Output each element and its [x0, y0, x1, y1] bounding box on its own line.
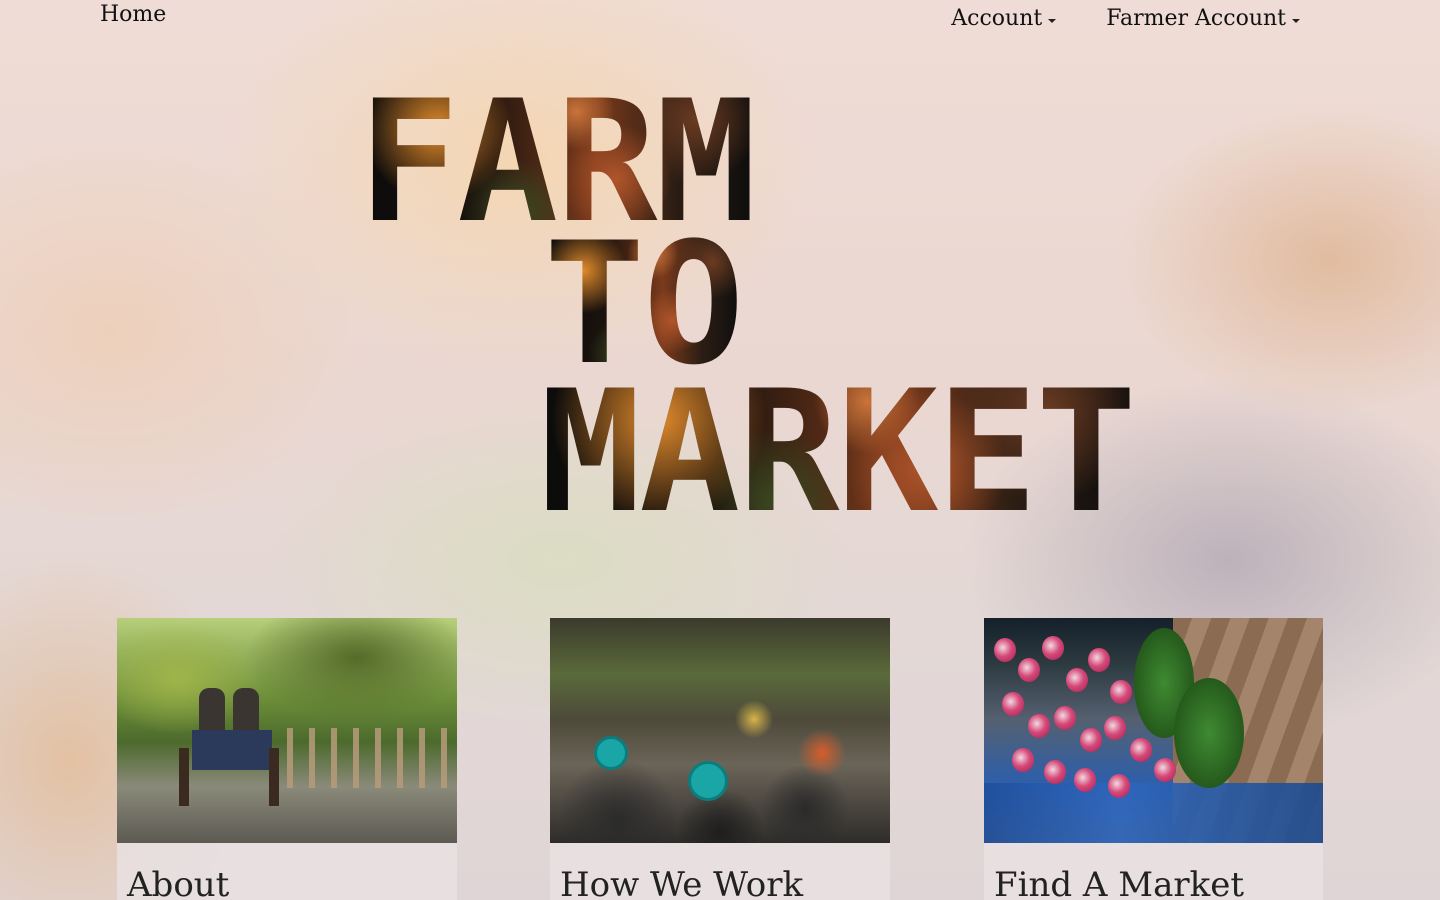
card-how-we-work[interactable]: How We Work: [550, 618, 890, 900]
hero-line-market: MARKET: [540, 354, 1135, 550]
cart-wheel: [269, 748, 279, 806]
radish: [1088, 648, 1110, 672]
radish: [1028, 714, 1050, 738]
radish: [1130, 738, 1152, 762]
photo-scene: [984, 618, 1323, 843]
radish: [1018, 658, 1040, 682]
teal-bowl: [688, 761, 728, 801]
radish: [1012, 748, 1034, 772]
card-body: How We Work: [550, 843, 890, 900]
radish: [1044, 760, 1066, 784]
card-title-how-we-work[interactable]: How We Work: [560, 865, 880, 900]
photo-scene: [550, 618, 890, 843]
radish-leaves: [1174, 678, 1244, 788]
radish: [1110, 680, 1132, 704]
card-title-about[interactable]: About: [127, 865, 447, 900]
radish: [1104, 716, 1126, 740]
teal-bowl: [594, 736, 628, 770]
cart: [192, 730, 272, 770]
card-about[interactable]: About: [117, 618, 457, 900]
radish: [1042, 636, 1064, 660]
floating-market-photo[interactable]: [550, 618, 890, 843]
card-body: About: [117, 843, 457, 900]
radish: [1066, 668, 1088, 692]
photo-scene: [117, 618, 457, 843]
radish: [1108, 774, 1130, 798]
card-body: Find A Market: [984, 843, 1323, 900]
radish: [1074, 768, 1096, 792]
radish: [1154, 758, 1176, 782]
farm-wagon-photo[interactable]: [117, 618, 457, 843]
radishes-photo[interactable]: [984, 618, 1323, 843]
card-find-a-market[interactable]: Find A Market: [984, 618, 1323, 900]
fence: [287, 728, 457, 788]
radish: [994, 638, 1016, 662]
hero-title: FARM TO MARKET: [0, 0, 1440, 560]
radish: [1002, 692, 1024, 716]
card-title-find-a-market[interactable]: Find A Market: [994, 865, 1313, 900]
radish: [1054, 706, 1076, 730]
cart-wheel: [179, 748, 189, 806]
radish: [1080, 728, 1102, 752]
blue-plank: [984, 783, 1323, 843]
